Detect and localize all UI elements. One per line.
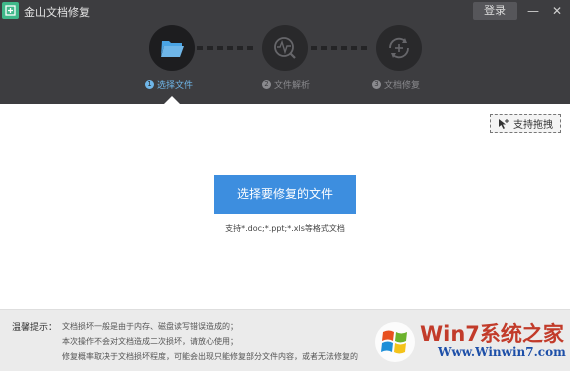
step-3-text: 文档修复 [384,81,421,91]
tips-label: 温馨提示： [12,323,58,333]
active-step-pointer [164,96,180,104]
step-2-number: 2 [262,80,271,89]
minimize-button[interactable]: — [524,2,542,20]
repair-icon [389,37,409,59]
supported-formats-text: 支持*.doc;*.ppt;*.xls等格式文档 [225,224,345,233]
drag-drop-hint: 支持拖拽 [490,114,561,133]
step-1-label: 1 选择文件 [145,78,193,91]
step-2-text: 文件解析 [274,81,311,91]
select-file-button[interactable]: 选择要修复的文件 [214,175,356,214]
drag-drop-label: 支持拖拽 [513,120,553,131]
watermark-url: Www.Winwin7.com [438,345,566,359]
tip-line-2: 本次操作不会对文档造成二次损坏，请放心使用； [62,337,238,346]
title-bar: 金山文档修复 登录 — ✕ 1 选择文件 2 文件解析 3 文档修复 [0,0,570,104]
close-button[interactable]: ✕ [548,2,566,20]
tip-line-3: 修复概率取决于文档损坏程度，可能会出现只能修复部分文件内容，或者无法修复的 [62,352,358,361]
cursor-icon [498,118,510,130]
step-3-label: 3 文档修复 [372,78,420,91]
login-button[interactable]: 登录 [473,2,517,20]
app-title: 金山文档修复 [24,6,90,19]
step-3-number: 3 [372,80,381,89]
step-connector-2 [309,46,375,50]
tip-line-1: 文档损坏一般是由于内存、磁盘读写错误造成的； [62,322,238,331]
step-connector-1 [195,46,261,50]
step-2-circle [262,25,308,71]
step-1-circle [149,25,195,71]
step-1-number: 1 [145,80,154,89]
app-logo-icon [2,2,19,19]
step-3-circle [376,25,422,71]
watermark-title: Win7系统之家 [420,322,564,346]
step-1-text: 选择文件 [157,81,194,91]
windows-logo-icon [373,320,417,364]
analyze-icon [274,37,296,59]
folder-open-icon [161,41,184,57]
step-2-label: 2 文件解析 [262,78,310,91]
